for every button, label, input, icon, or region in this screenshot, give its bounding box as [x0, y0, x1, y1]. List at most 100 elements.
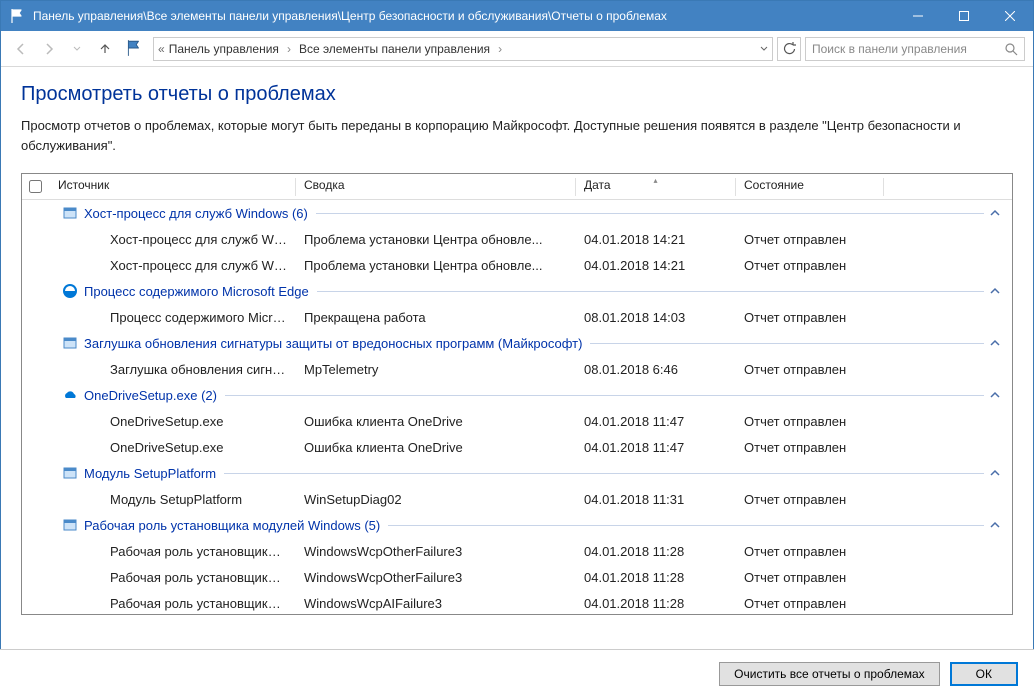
close-button[interactable]: [987, 1, 1033, 31]
clear-reports-button[interactable]: Очистить все отчеты о проблемах: [719, 662, 940, 686]
chevron-up-icon[interactable]: [990, 390, 1000, 400]
cell-summary: Проблема установки Центра обновле...: [296, 258, 576, 273]
cell-source: OneDriveSetup.exe: [50, 440, 296, 455]
cell-source: Процесс содержимого Micro...: [50, 310, 296, 325]
group-line: [590, 343, 984, 344]
cell-status: Отчет отправлен: [736, 232, 884, 247]
group-line: [225, 395, 984, 396]
minimize-button[interactable]: [895, 1, 941, 31]
cell-status: Отчет отправлен: [736, 492, 884, 507]
cell-date: 08.01.2018 6:46: [576, 362, 736, 377]
group-header[interactable]: Хост-процесс для служб Windows (6): [22, 200, 1012, 226]
group-header[interactable]: Рабочая роль установщика модулей Windows…: [22, 512, 1012, 538]
cell-source: Рабочая роль установщика м...: [50, 544, 296, 559]
cell-status: Отчет отправлен: [736, 544, 884, 559]
group-header[interactable]: Заглушка обновления сигнатуры защиты от …: [22, 330, 1012, 356]
cell-summary: Прекращена работа: [296, 310, 576, 325]
titlebar: Панель управления\Все элементы панели уп…: [1, 1, 1033, 31]
table-row[interactable]: Рабочая роль установщика м...WindowsWcpA…: [22, 590, 1012, 614]
cell-date: 04.01.2018 14:21: [576, 258, 736, 273]
column-status[interactable]: Состояние: [736, 178, 884, 196]
chevron-up-icon[interactable]: [990, 338, 1000, 348]
group-name: Модуль SetupPlatform: [84, 466, 216, 481]
table-row[interactable]: Хост-процесс для служб Win...Проблема ус…: [22, 226, 1012, 252]
cell-summary: Ошибка клиента OneDrive: [296, 414, 576, 429]
cell-status: Отчет отправлен: [736, 362, 884, 377]
window-title: Панель управления\Все элементы панели уп…: [33, 9, 895, 23]
group-name: Процесс содержимого Microsoft Edge: [84, 284, 309, 299]
chevron-up-icon[interactable]: [990, 520, 1000, 530]
breadcrumb-flag-icon: [125, 39, 145, 59]
table-row[interactable]: Хост-процесс для служб Win...Проблема ус…: [22, 252, 1012, 278]
chevron-right-icon: ›: [494, 42, 506, 56]
column-summary[interactable]: Сводка: [296, 178, 576, 196]
cell-summary: WinSetupDiag02: [296, 492, 576, 507]
table-row[interactable]: Заглушка обновления сигнат...MpTelemetry…: [22, 356, 1012, 382]
chevron-up-icon[interactable]: [990, 208, 1000, 218]
refresh-button[interactable]: [777, 37, 801, 61]
up-button[interactable]: [93, 37, 117, 61]
app-icon: [62, 517, 78, 533]
maximize-button[interactable]: [941, 1, 987, 31]
group-name: OneDriveSetup.exe (2): [84, 388, 217, 403]
group-line: [388, 525, 984, 526]
table-row[interactable]: OneDriveSetup.exeОшибка клиента OneDrive…: [22, 408, 1012, 434]
column-date[interactable]: ▴ Дата: [576, 178, 736, 196]
ok-button[interactable]: ОК: [950, 662, 1018, 686]
chevron-up-icon[interactable]: [990, 468, 1000, 478]
group-header[interactable]: Модуль SetupPlatform: [22, 460, 1012, 486]
column-source[interactable]: Источник: [50, 178, 296, 196]
app-icon: [62, 465, 78, 481]
cell-status: Отчет отправлен: [736, 440, 884, 455]
cell-summary: MpTelemetry: [296, 362, 576, 377]
cell-summary: WindowsWcpOtherFailure3: [296, 544, 576, 559]
cell-date: 04.01.2018 14:21: [576, 232, 736, 247]
chevron-right-icon: ›: [283, 42, 295, 56]
group-line: [317, 291, 984, 292]
cell-date: 04.01.2018 11:28: [576, 570, 736, 585]
cell-source: Хост-процесс для служб Win...: [50, 258, 296, 273]
cell-status: Отчет отправлен: [736, 596, 884, 611]
cell-date: 04.01.2018 11:31: [576, 492, 736, 507]
app-icon: [62, 205, 78, 221]
group-header[interactable]: OneDriveSetup.exe (2): [22, 382, 1012, 408]
cell-status: Отчет отправлен: [736, 258, 884, 273]
cell-summary: Проблема установки Центра обновле...: [296, 232, 576, 247]
recent-dropdown[interactable]: [65, 37, 89, 61]
breadcrumb-item[interactable]: Все элементы панели управления: [299, 42, 490, 56]
table-row[interactable]: Модуль SetupPlatformWinSetupDiag0204.01.…: [22, 486, 1012, 512]
table-row[interactable]: Рабочая роль установщика м...WindowsWcpO…: [22, 564, 1012, 590]
select-all-checkbox[interactable]: [22, 180, 50, 193]
flag-icon: [9, 8, 25, 24]
table-row[interactable]: OneDriveSetup.exeОшибка клиента OneDrive…: [22, 434, 1012, 460]
cell-source: Рабочая роль установщика м...: [50, 570, 296, 585]
cell-date: 04.01.2018 11:47: [576, 440, 736, 455]
page-description: Просмотр отчетов о проблемах, которые мо…: [21, 116, 1013, 155]
page-title: Просмотреть отчеты о проблемах: [21, 83, 1013, 106]
table-row[interactable]: Рабочая роль установщика м...WindowsWcpO…: [22, 538, 1012, 564]
cell-summary: WindowsWcpOtherFailure3: [296, 570, 576, 585]
cell-date: 04.01.2018 11:28: [576, 596, 736, 611]
cell-source: Хост-процесс для служб Win...: [50, 232, 296, 247]
search-placeholder: Поиск в панели управления: [812, 42, 967, 56]
chevron-down-icon[interactable]: [760, 45, 768, 53]
search-input[interactable]: Поиск в панели управления: [805, 37, 1025, 61]
group-header[interactable]: Процесс содержимого Microsoft Edge: [22, 278, 1012, 304]
group-name: Хост-процесс для служб Windows (6): [84, 206, 308, 221]
report-table: Источник Сводка ▴ Дата Состояние Хост-пр…: [21, 173, 1013, 615]
cell-source: Рабочая роль установщика м...: [50, 596, 296, 611]
cell-date: 08.01.2018 14:03: [576, 310, 736, 325]
footer: Очистить все отчеты о проблемах ОК: [0, 649, 1034, 697]
back-button[interactable]: [9, 37, 33, 61]
content-area: Просмотреть отчеты о проблемах Просмотр …: [1, 67, 1033, 615]
cell-source: OneDriveSetup.exe: [50, 414, 296, 429]
chevron-up-icon[interactable]: [990, 286, 1000, 296]
forward-button[interactable]: [37, 37, 61, 61]
breadcrumb[interactable]: « Панель управления › Все элементы панел…: [153, 37, 773, 61]
app-icon: [62, 335, 78, 351]
navbar: « Панель управления › Все элементы панел…: [1, 31, 1033, 67]
cell-summary: Ошибка клиента OneDrive: [296, 440, 576, 455]
breadcrumb-item[interactable]: Панель управления: [169, 42, 279, 56]
cell-source: Модуль SetupPlatform: [50, 492, 296, 507]
table-row[interactable]: Процесс содержимого Micro...Прекращена р…: [22, 304, 1012, 330]
